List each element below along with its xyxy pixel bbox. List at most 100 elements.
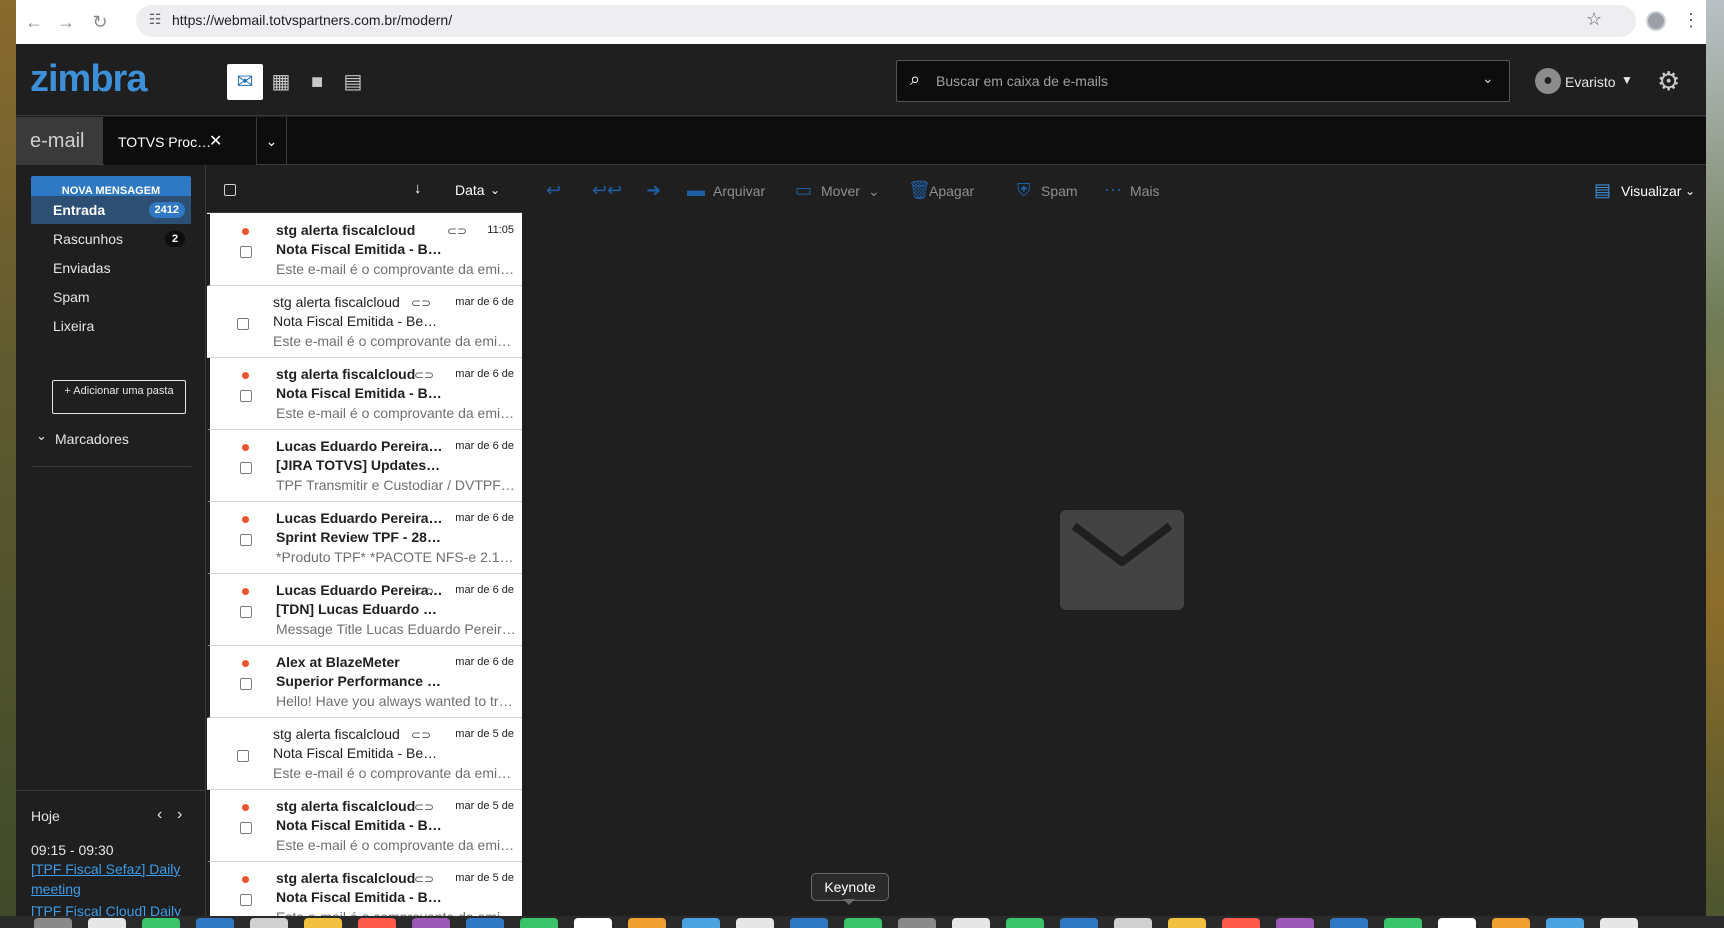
- message-row[interactable]: stg alerta fiscalcloud Nota Fiscal Emitid…: [207, 214, 522, 286]
- labels-expand-chevron-icon[interactable]: ⌄: [36, 428, 47, 444]
- dock-app-icon[interactable]: [1492, 918, 1530, 928]
- add-folder-button[interactable]: + Adicionar uma pasta: [52, 380, 186, 414]
- message-checkbox[interactable]: [240, 246, 252, 258]
- dock-app-icon[interactable]: [1330, 918, 1368, 928]
- browser-menu-icon[interactable]: ⋮: [1682, 10, 1700, 30]
- dock-app-icon[interactable]: [358, 918, 396, 928]
- dock-app-icon[interactable]: [1546, 918, 1584, 928]
- search-icon[interactable]: ⌕: [910, 69, 920, 90]
- dock-app-icon[interactable]: [628, 918, 666, 928]
- sort-direction-arrow-icon[interactable]: ↓: [414, 180, 422, 197]
- dock-app-icon[interactable]: [142, 918, 180, 928]
- archive-icon[interactable]: ▬: [687, 180, 705, 201]
- forward-icon[interactable]: →: [54, 10, 78, 34]
- message-row[interactable]: stg alerta fiscalcloud Nota Fiscal Emitid…: [207, 718, 522, 790]
- folder-trash[interactable]: Lixeira: [31, 312, 191, 340]
- dock-app-icon[interactable]: [412, 918, 450, 928]
- sort-options-chevron-icon[interactable]: ⌄: [490, 183, 500, 197]
- dock-app-icon[interactable]: [466, 918, 504, 928]
- tab-overflow-chevron-icon[interactable]: ⌄: [257, 117, 287, 165]
- view-button[interactable]: Visualizar: [1621, 183, 1681, 199]
- move-chevron-icon[interactable]: ⌄: [868, 183, 880, 200]
- spam-shield-icon[interactable]: ⛨: [1017, 180, 1031, 201]
- reload-icon[interactable]: ↻: [88, 10, 112, 34]
- more-dots-icon[interactable]: ⋯: [1104, 180, 1122, 201]
- dock-app-icon[interactable]: [844, 918, 882, 928]
- search-options-chevron-icon[interactable]: ⌄: [1482, 70, 1494, 87]
- dock-app-icon[interactable]: [736, 918, 774, 928]
- folder-spam[interactable]: Spam: [31, 283, 191, 311]
- search-input[interactable]: [936, 62, 1476, 100]
- dock-app-icon[interactable]: [1222, 918, 1260, 928]
- move-button[interactable]: Mover: [821, 183, 860, 199]
- message-checkbox[interactable]: [240, 462, 252, 474]
- gear-icon[interactable]: ⚙: [1657, 66, 1680, 97]
- dock-app-icon[interactable]: [304, 918, 342, 928]
- appointment-link[interactable]: [TPF Fiscal Sefaz] Daily meeting: [31, 859, 191, 899]
- dock-app-icon[interactable]: [682, 918, 720, 928]
- dock-app-icon[interactable]: [250, 918, 288, 928]
- dock-app-icon[interactable]: [574, 918, 612, 928]
- dock-app-icon[interactable]: [520, 918, 558, 928]
- archive-button[interactable]: Arquivar: [713, 183, 765, 199]
- appointment-link[interactable]: [TPF Fiscal Cloud] Daily: [31, 901, 191, 916]
- message-row[interactable]: Lucas Eduardo Pereira Fra… [JIRA TOTVS] U…: [207, 430, 522, 502]
- view-layout-icon[interactable]: ▤: [1594, 180, 1611, 201]
- folder-inbox[interactable]: Entrada 2412: [31, 196, 191, 224]
- view-chevron-icon[interactable]: ⌄: [1685, 184, 1695, 198]
- tab-email[interactable]: e-mail: [16, 117, 103, 165]
- message-row[interactable]: stg alerta fiscalcloud Nota Fiscal Emitid…: [207, 286, 522, 358]
- user-menu-caret-icon[interactable]: ▼: [1621, 73, 1633, 87]
- dock-app-icon[interactable]: [790, 918, 828, 928]
- message-row[interactable]: Lucas Eduardo Pereira … [TDN] Lucas Eduar…: [207, 574, 522, 646]
- dock-app-icon[interactable]: [1438, 918, 1476, 928]
- calendar-app-icon[interactable]: ▦: [263, 64, 299, 100]
- labels-section-title[interactable]: Marcadores: [55, 431, 129, 447]
- next-day-chevron-icon[interactable]: ›: [177, 806, 182, 824]
- url-text[interactable]: https://webmail.totvspartners.com.br/mod…: [172, 12, 452, 28]
- folder-drafts[interactable]: Rascunhos 2: [31, 225, 191, 253]
- tab-close-icon[interactable]: ✕: [209, 131, 222, 151]
- more-button[interactable]: Mais: [1130, 183, 1160, 199]
- message-checkbox[interactable]: [237, 318, 249, 330]
- contacts-app-icon[interactable]: ▤: [335, 64, 371, 100]
- dock-app-icon[interactable]: [952, 918, 990, 928]
- message-checkbox[interactable]: [240, 678, 252, 690]
- message-row[interactable]: Alex at BlazeMeter Superior Performance T…: [207, 646, 522, 718]
- message-checkbox[interactable]: [240, 822, 252, 834]
- mail-app-icon[interactable]: ✉: [227, 64, 263, 100]
- dock-app-icon[interactable]: [1168, 918, 1206, 928]
- user-avatar-icon[interactable]: ●: [1535, 68, 1561, 94]
- message-checkbox[interactable]: [240, 894, 252, 906]
- bookmark-star-icon[interactable]: ☆: [1586, 9, 1602, 30]
- reply-all-icon[interactable]: ↩↩: [592, 180, 622, 201]
- folder-sent[interactable]: Enviadas: [31, 254, 191, 282]
- message-row[interactable]: stg alerta fiscalcloud Nota Fiscal Emitid…: [207, 358, 522, 430]
- dock-app-icon[interactable]: [1384, 918, 1422, 928]
- message-row[interactable]: stg alerta fiscalcloud Nota Fiscal Emitid…: [207, 862, 522, 916]
- dock-app-icon[interactable]: [1600, 918, 1638, 928]
- message-row[interactable]: stg alerta fiscalcloud Nota Fiscal Emitid…: [207, 790, 522, 862]
- reply-icon[interactable]: ↩: [546, 180, 561, 201]
- move-folder-icon[interactable]: ▭: [795, 180, 812, 201]
- message-checkbox[interactable]: [237, 750, 249, 762]
- user-name[interactable]: Evaristo: [1565, 74, 1616, 90]
- select-all-checkbox[interactable]: [224, 184, 236, 196]
- delete-button[interactable]: Apagar: [929, 183, 974, 199]
- spam-button[interactable]: Spam: [1041, 183, 1078, 199]
- dock-app-icon[interactable]: [898, 918, 936, 928]
- trash-icon[interactable]: 🗑: [908, 180, 931, 201]
- message-row[interactable]: Lucas Eduardo Pereira Fra… Sprint Review …: [207, 502, 522, 574]
- previous-day-chevron-icon[interactable]: ‹: [157, 806, 162, 824]
- sort-by-label[interactable]: Data: [455, 182, 485, 198]
- dock-app-icon[interactable]: [196, 918, 234, 928]
- forward-icon[interactable]: ➜: [646, 180, 661, 201]
- message-checkbox[interactable]: [240, 390, 252, 402]
- tab-document-label[interactable]: TOTVS Proc…: [118, 134, 211, 150]
- site-settings-icon[interactable]: ☷: [146, 11, 164, 29]
- message-checkbox[interactable]: [240, 606, 252, 618]
- back-icon[interactable]: ←: [22, 10, 46, 34]
- dock-app-icon[interactable]: [34, 918, 72, 928]
- dock-app-icon[interactable]: [1006, 918, 1044, 928]
- profile-avatar-icon[interactable]: [1646, 11, 1666, 31]
